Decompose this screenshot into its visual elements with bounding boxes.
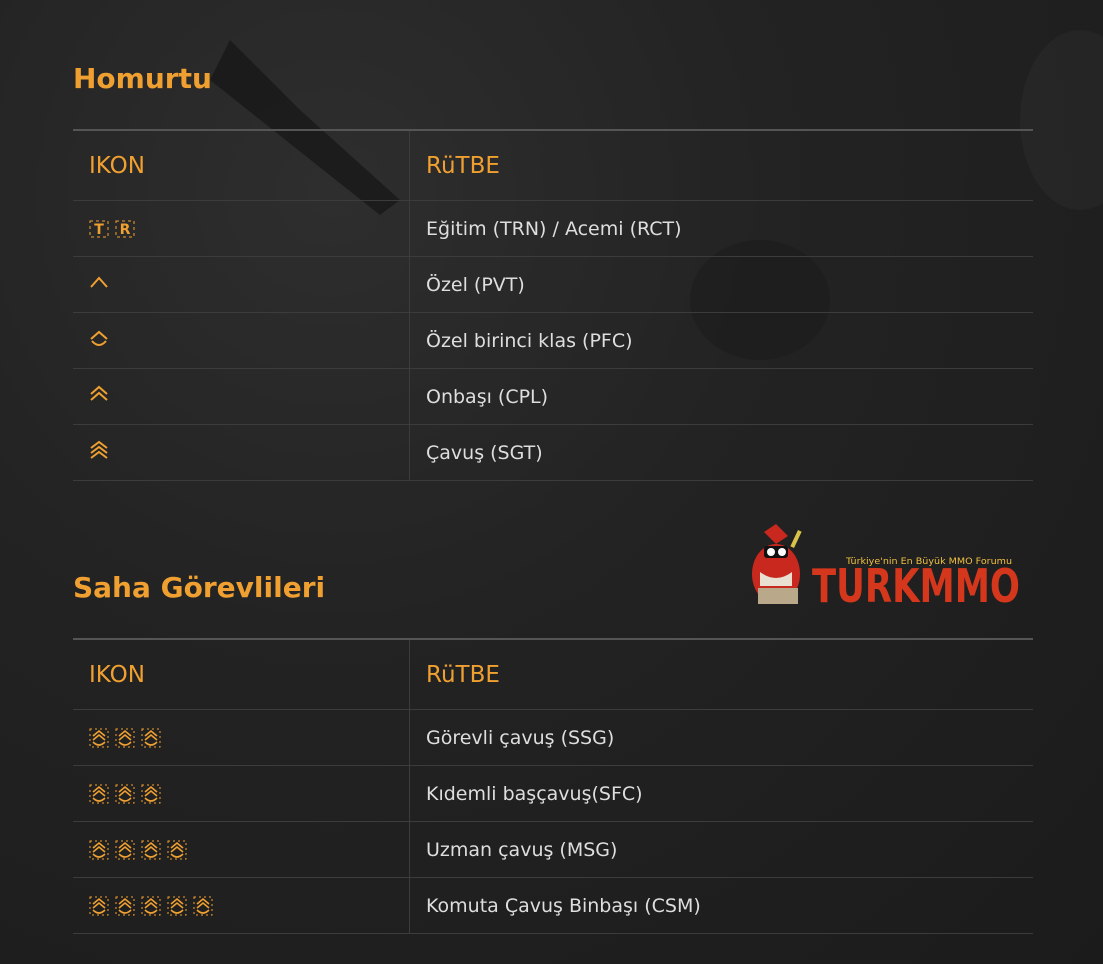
rct-insignia-icon: R	[115, 220, 135, 238]
table-header-row: IKON RüTBE	[73, 639, 1033, 710]
nco-insignia-icon	[193, 896, 213, 915]
nco-insignia-icon	[89, 728, 109, 747]
table-header-row: IKON RüTBE	[73, 130, 1033, 201]
rank-cell: Uzman çavuş (MSG)	[409, 821, 1033, 878]
icon-cell	[73, 765, 410, 822]
table-row: Uzman çavuş (MSG)	[73, 821, 1033, 878]
nco-insignia-icon	[115, 784, 135, 803]
rank-table-homurtu: IKON RüTBE T R Eğitim (TRN) / Acemi (RCT…	[73, 129, 1033, 481]
table-row: Özel (PVT)	[73, 256, 1033, 313]
icon-cell	[73, 424, 410, 481]
svg-text:R: R	[120, 222, 131, 238]
table-row: Çavuş (SGT)	[73, 424, 1033, 481]
section-title-saha-gorevlileri: Saha Görevlileri	[73, 571, 326, 604]
nco-insignia-icon	[167, 896, 187, 915]
rank-cell: Görevli çavuş (SSG)	[409, 709, 1033, 766]
column-header-rank: RüTBE	[409, 130, 1033, 201]
msg-insignia-icon	[89, 839, 393, 861]
sgt-chevron-icon	[90, 440, 108, 459]
icon-cell	[73, 709, 410, 766]
column-header-rank: RüTBE	[409, 639, 1033, 710]
nco-insignia-icon	[89, 896, 109, 915]
rank-cell: Özel (PVT)	[409, 256, 1033, 313]
rank-cell: Özel birinci klas (PFC)	[409, 312, 1033, 369]
nco-insignia-icon	[141, 784, 161, 803]
rank-cell: Eğitim (TRN) / Acemi (RCT)	[409, 200, 1033, 257]
table-row: Özel birinci klas (PFC)	[73, 312, 1033, 369]
nco-insignia-icon	[141, 840, 161, 859]
nco-insignia-icon	[115, 840, 135, 859]
table-row: T R Eğitim (TRN) / Acemi (RCT)	[73, 200, 1033, 257]
svg-text:T: T	[94, 222, 104, 238]
table-row: Görevli çavuş (SSG)	[73, 709, 1033, 766]
logo-tagline: Türkiye'nin En Büyük MMO Forumu	[845, 557, 1012, 567]
section-title-homurtu: Homurtu	[73, 62, 212, 95]
pvt-chevron-icon	[90, 276, 108, 288]
nco-insignia-icon	[141, 896, 161, 915]
icon-cell	[73, 877, 410, 934]
table-row: Komuta Çavuş Binbaşı (CSM)	[73, 877, 1033, 934]
table-row: Onbaşı (CPL)	[73, 368, 1033, 425]
icon-cell	[73, 312, 410, 369]
cpl-chevron-icon	[90, 385, 108, 401]
turkmmo-logo: TURKMMO Türkiye'nin En Büyük MMO Forumu	[752, 524, 1020, 612]
icon-cell	[73, 368, 410, 425]
nco-insignia-icon	[141, 728, 161, 747]
pfc-chevron-icon	[90, 330, 108, 346]
icon-cell: T R	[73, 200, 410, 257]
icon-cell	[73, 821, 410, 878]
nco-insignia-icon	[115, 896, 135, 915]
rank-cell: Onbaşı (CPL)	[409, 368, 1033, 425]
rank-cell: Çavuş (SGT)	[409, 424, 1033, 481]
column-header-icon: IKON	[73, 130, 410, 201]
rank-cell: Komuta Çavuş Binbaşı (CSM)	[409, 877, 1033, 934]
nco-insignia-icon	[167, 840, 187, 859]
rank-cell: Kıdemli başçavuş(SFC)	[409, 765, 1033, 822]
nco-insignia-icon	[89, 784, 109, 803]
trn-insignia-icon: T	[89, 220, 109, 238]
nco-insignia-icon	[115, 728, 135, 747]
icon-cell	[73, 256, 410, 313]
column-header-icon: IKON	[73, 639, 410, 710]
ssg-insignia-icon	[89, 727, 393, 749]
rank-table-saha-gorevlileri: IKON RüTBE Görevli çavuş (SSG) Kıdemli b…	[73, 638, 1033, 934]
sfc-insignia-icon	[89, 783, 393, 805]
csm-insignia-icon	[89, 895, 393, 917]
nco-insignia-icon	[89, 840, 109, 859]
table-row: Kıdemli başçavuş(SFC)	[73, 765, 1033, 822]
